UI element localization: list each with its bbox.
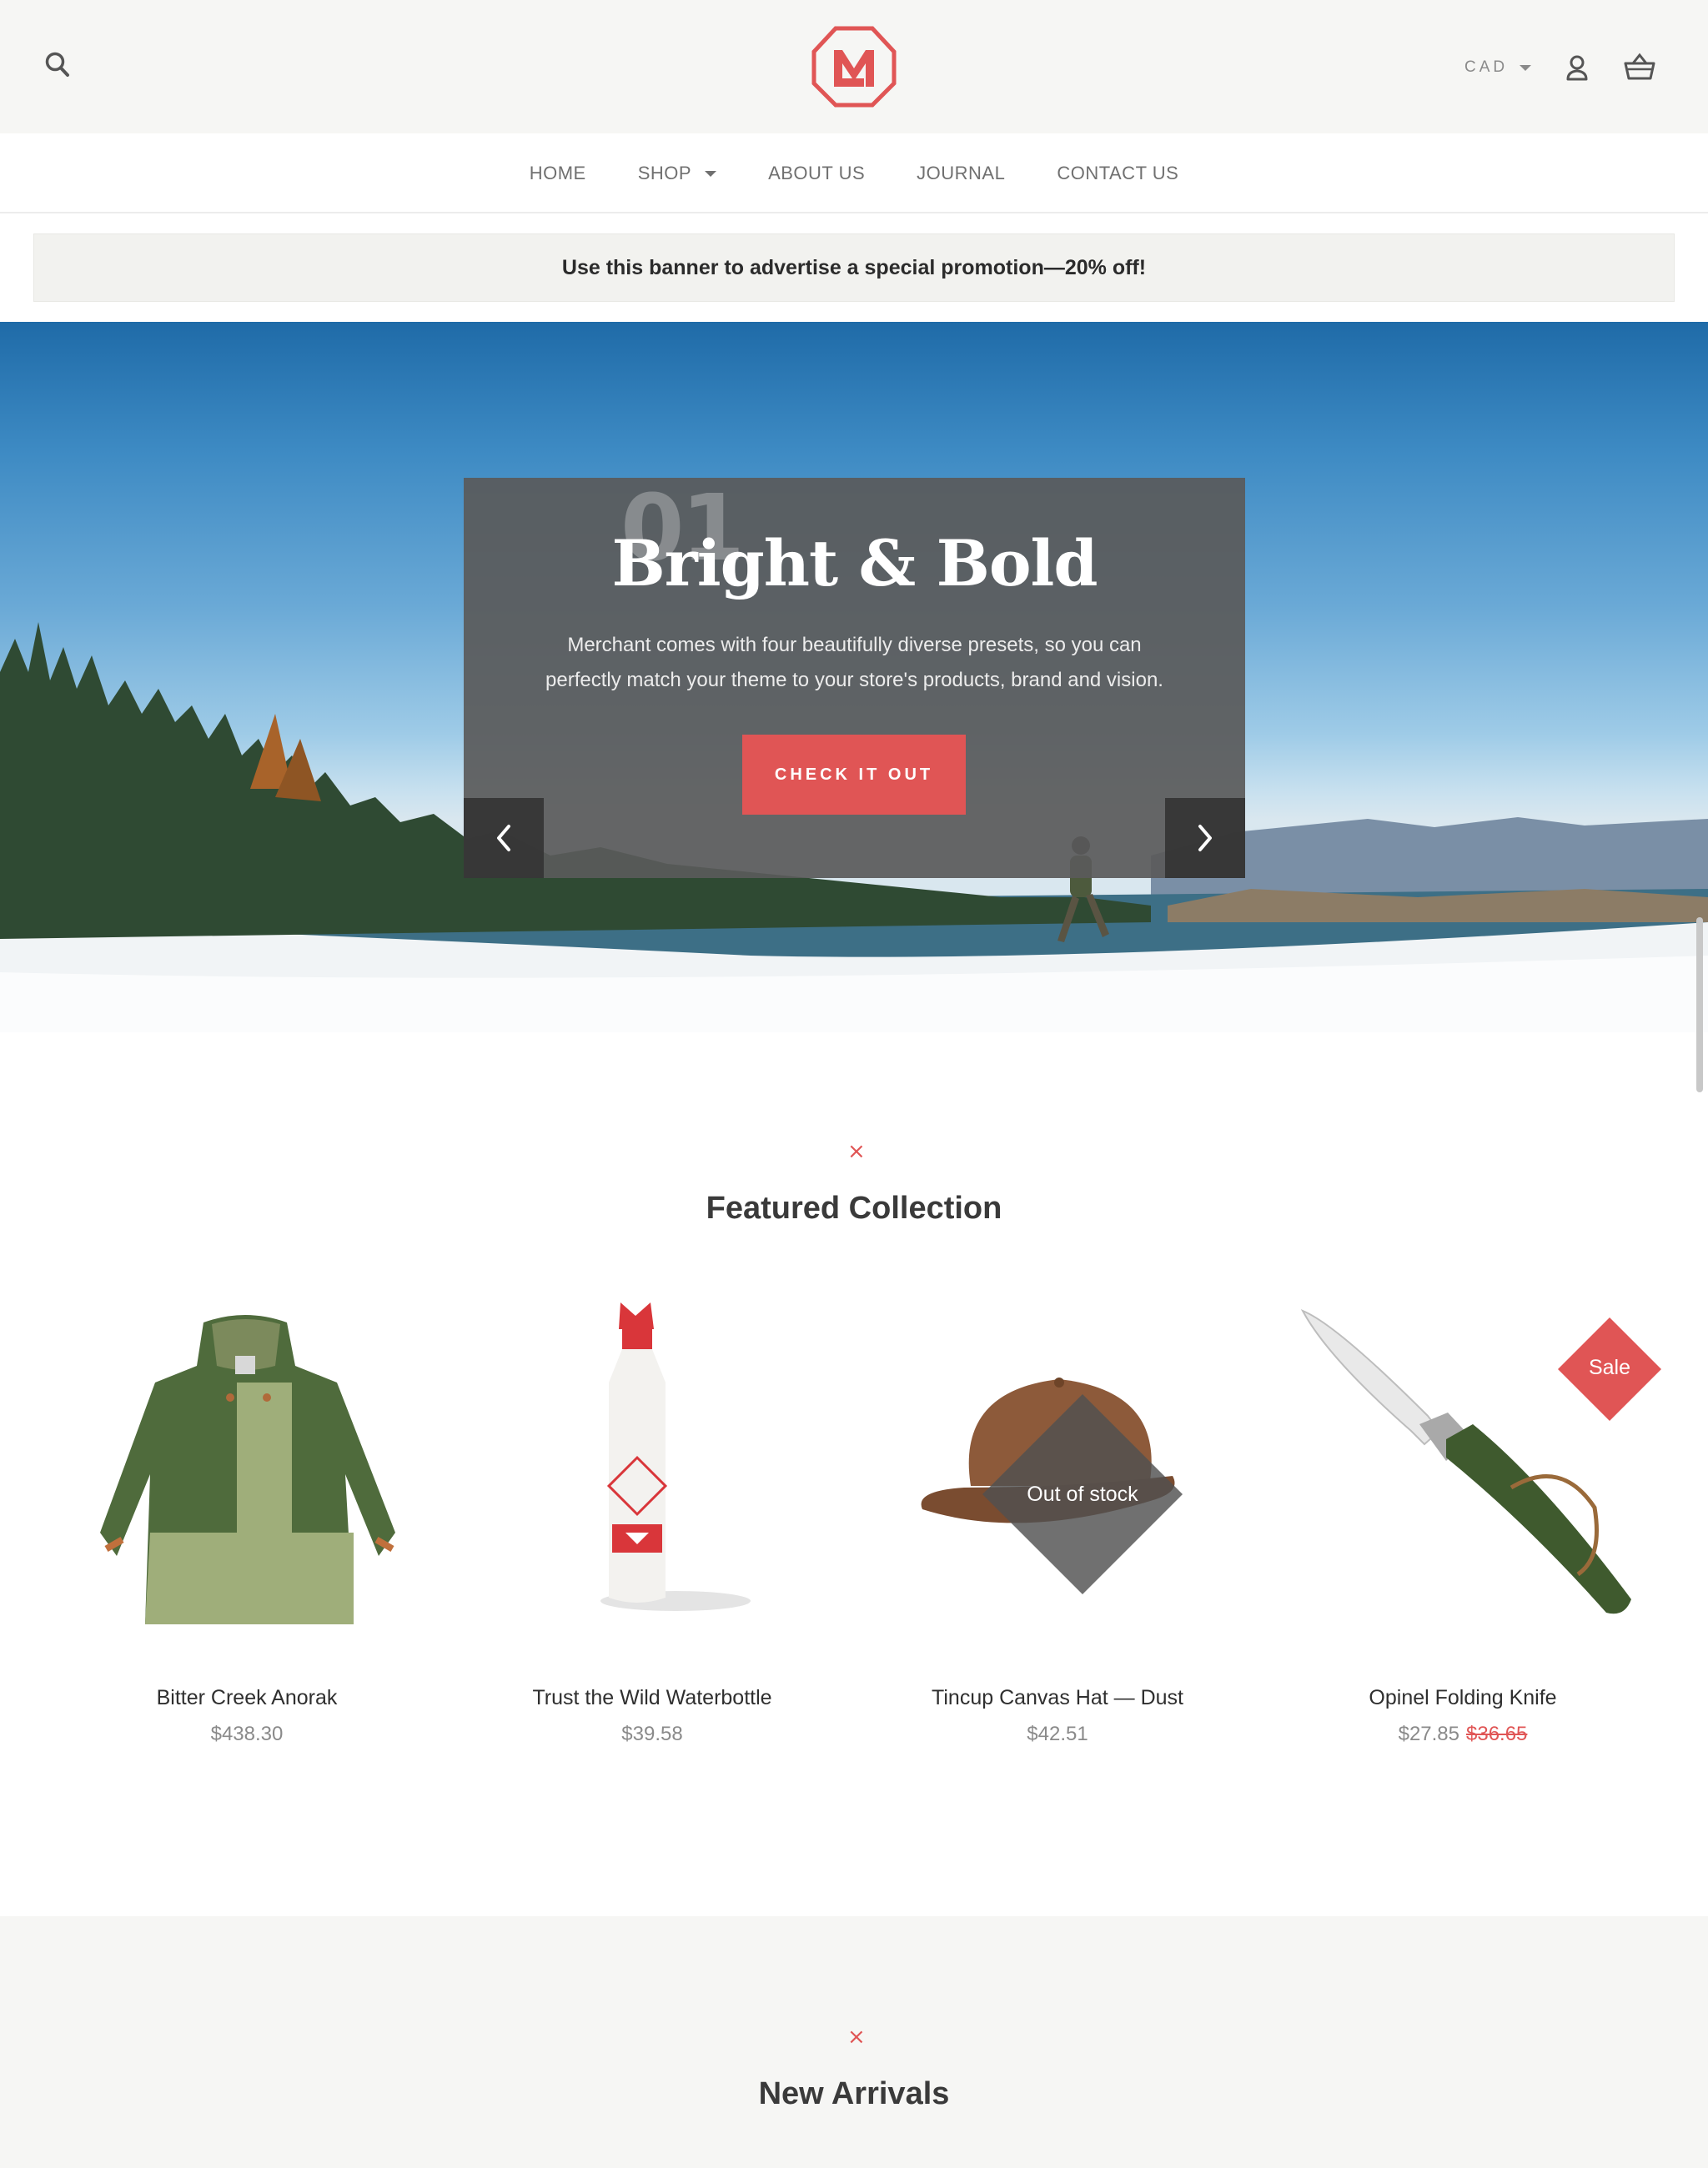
product-name[interactable]: Tincup Canvas Hat — Dust: [856, 1686, 1259, 1710]
nav-item-label: JOURNAL: [917, 163, 1006, 183]
hero-caption-panel: 01 Bright & Bold Merchant comes with fou…: [464, 478, 1245, 878]
new-arrivals-title: New Arrivals: [758, 2076, 950, 2111]
product-card[interactable]: Sale Opinel Folding Knife $27.85 $36.65: [1261, 1291, 1665, 1758]
nav-item-label: HOME: [529, 163, 586, 183]
section-mark-icon: ×: [847, 1139, 866, 1164]
nav-list: HOME SHOP ABOUT US JOURNAL CONTACT US: [0, 133, 1708, 213]
price-value: $42.51: [1027, 1723, 1088, 1745]
product-price: $438.30: [45, 1723, 449, 1746]
product-price: $27.85 $36.65: [1261, 1723, 1665, 1746]
nav-item-journal[interactable]: JOURNAL: [891, 163, 1031, 184]
main-nav: HOME SHOP ABOUT US JOURNAL CONTACT US: [0, 133, 1708, 213]
nav-item-home[interactable]: HOME: [504, 163, 612, 184]
nav-item-label: CONTACT US: [1057, 163, 1179, 183]
nav-item-shop[interactable]: SHOP: [612, 163, 742, 184]
nav-item-about-us[interactable]: ABOUT US: [742, 163, 891, 184]
product-name[interactable]: Bitter Creek Anorak: [45, 1686, 449, 1710]
chevron-right-icon: [1198, 825, 1212, 851]
chevron-down-icon: [705, 170, 717, 177]
chevron-down-icon: [1520, 64, 1532, 71]
product-price: $39.58: [450, 1723, 854, 1746]
slide-prev-button[interactable]: [464, 798, 544, 878]
featured-collection-title: Featured Collection: [706, 1191, 1002, 1226]
product-card[interactable]: Bitter Creek Anorak $438.30: [45, 1291, 449, 1758]
product-card[interactable]: Out of stock Tincup Canvas Hat — Dust $4…: [856, 1291, 1259, 1758]
new-arrivals-section: × New Arrivals: [0, 1916, 1708, 2168]
promo-banner[interactable]: Use this banner to advertise a special p…: [33, 233, 1675, 302]
sale-label: Sale: [1588, 1356, 1631, 1379]
page-scrollbar[interactable]: [1696, 917, 1703, 1092]
user-icon[interactable]: [1565, 53, 1590, 82]
section-mark-icon: ×: [847, 2025, 866, 2050]
price-value: $39.58: [621, 1723, 683, 1745]
logo[interactable]: [811, 25, 897, 108]
check-it-out-button[interactable]: CHECK IT OUT: [742, 735, 966, 815]
nav-item-label: SHOP: [637, 163, 692, 183]
basket-icon[interactable]: [1623, 52, 1656, 82]
search-icon[interactable]: [43, 50, 72, 80]
product-image[interactable]: [450, 1291, 854, 1641]
nav-item-label: ABOUT US: [768, 163, 866, 183]
product-card[interactable]: Trust the Wild Waterbottle $39.58: [450, 1291, 854, 1758]
chevron-left-icon: [497, 825, 510, 851]
compare-at-price: $36.65: [1466, 1723, 1528, 1745]
currency-label: CAD: [1464, 58, 1509, 76]
product-price: $42.51: [856, 1723, 1259, 1746]
price-value: $27.85: [1398, 1723, 1459, 1745]
hero-description: Merchant comes with four beautifully div…: [545, 634, 1163, 691]
out-of-stock-label: Out of stock: [1027, 1483, 1138, 1506]
hero-slideshow: 01 Bright & Bold Merchant comes with fou…: [0, 322, 1708, 1032]
nav-item-contact-us[interactable]: CONTACT US: [1031, 163, 1204, 184]
site-header: CAD: [0, 0, 1708, 133]
slide-next-button[interactable]: [1165, 798, 1245, 878]
hero-title: Bright & Bold: [611, 526, 1098, 600]
product-image[interactable]: [45, 1291, 449, 1641]
product-name[interactable]: Trust the Wild Waterbottle: [450, 1686, 854, 1710]
product-name[interactable]: Opinel Folding Knife: [1261, 1686, 1665, 1710]
promo-text: Use this banner to advertise a special p…: [561, 255, 1147, 279]
currency-selector[interactable]: CAD: [1464, 55, 1532, 80]
price-value: $438.30: [210, 1723, 284, 1745]
